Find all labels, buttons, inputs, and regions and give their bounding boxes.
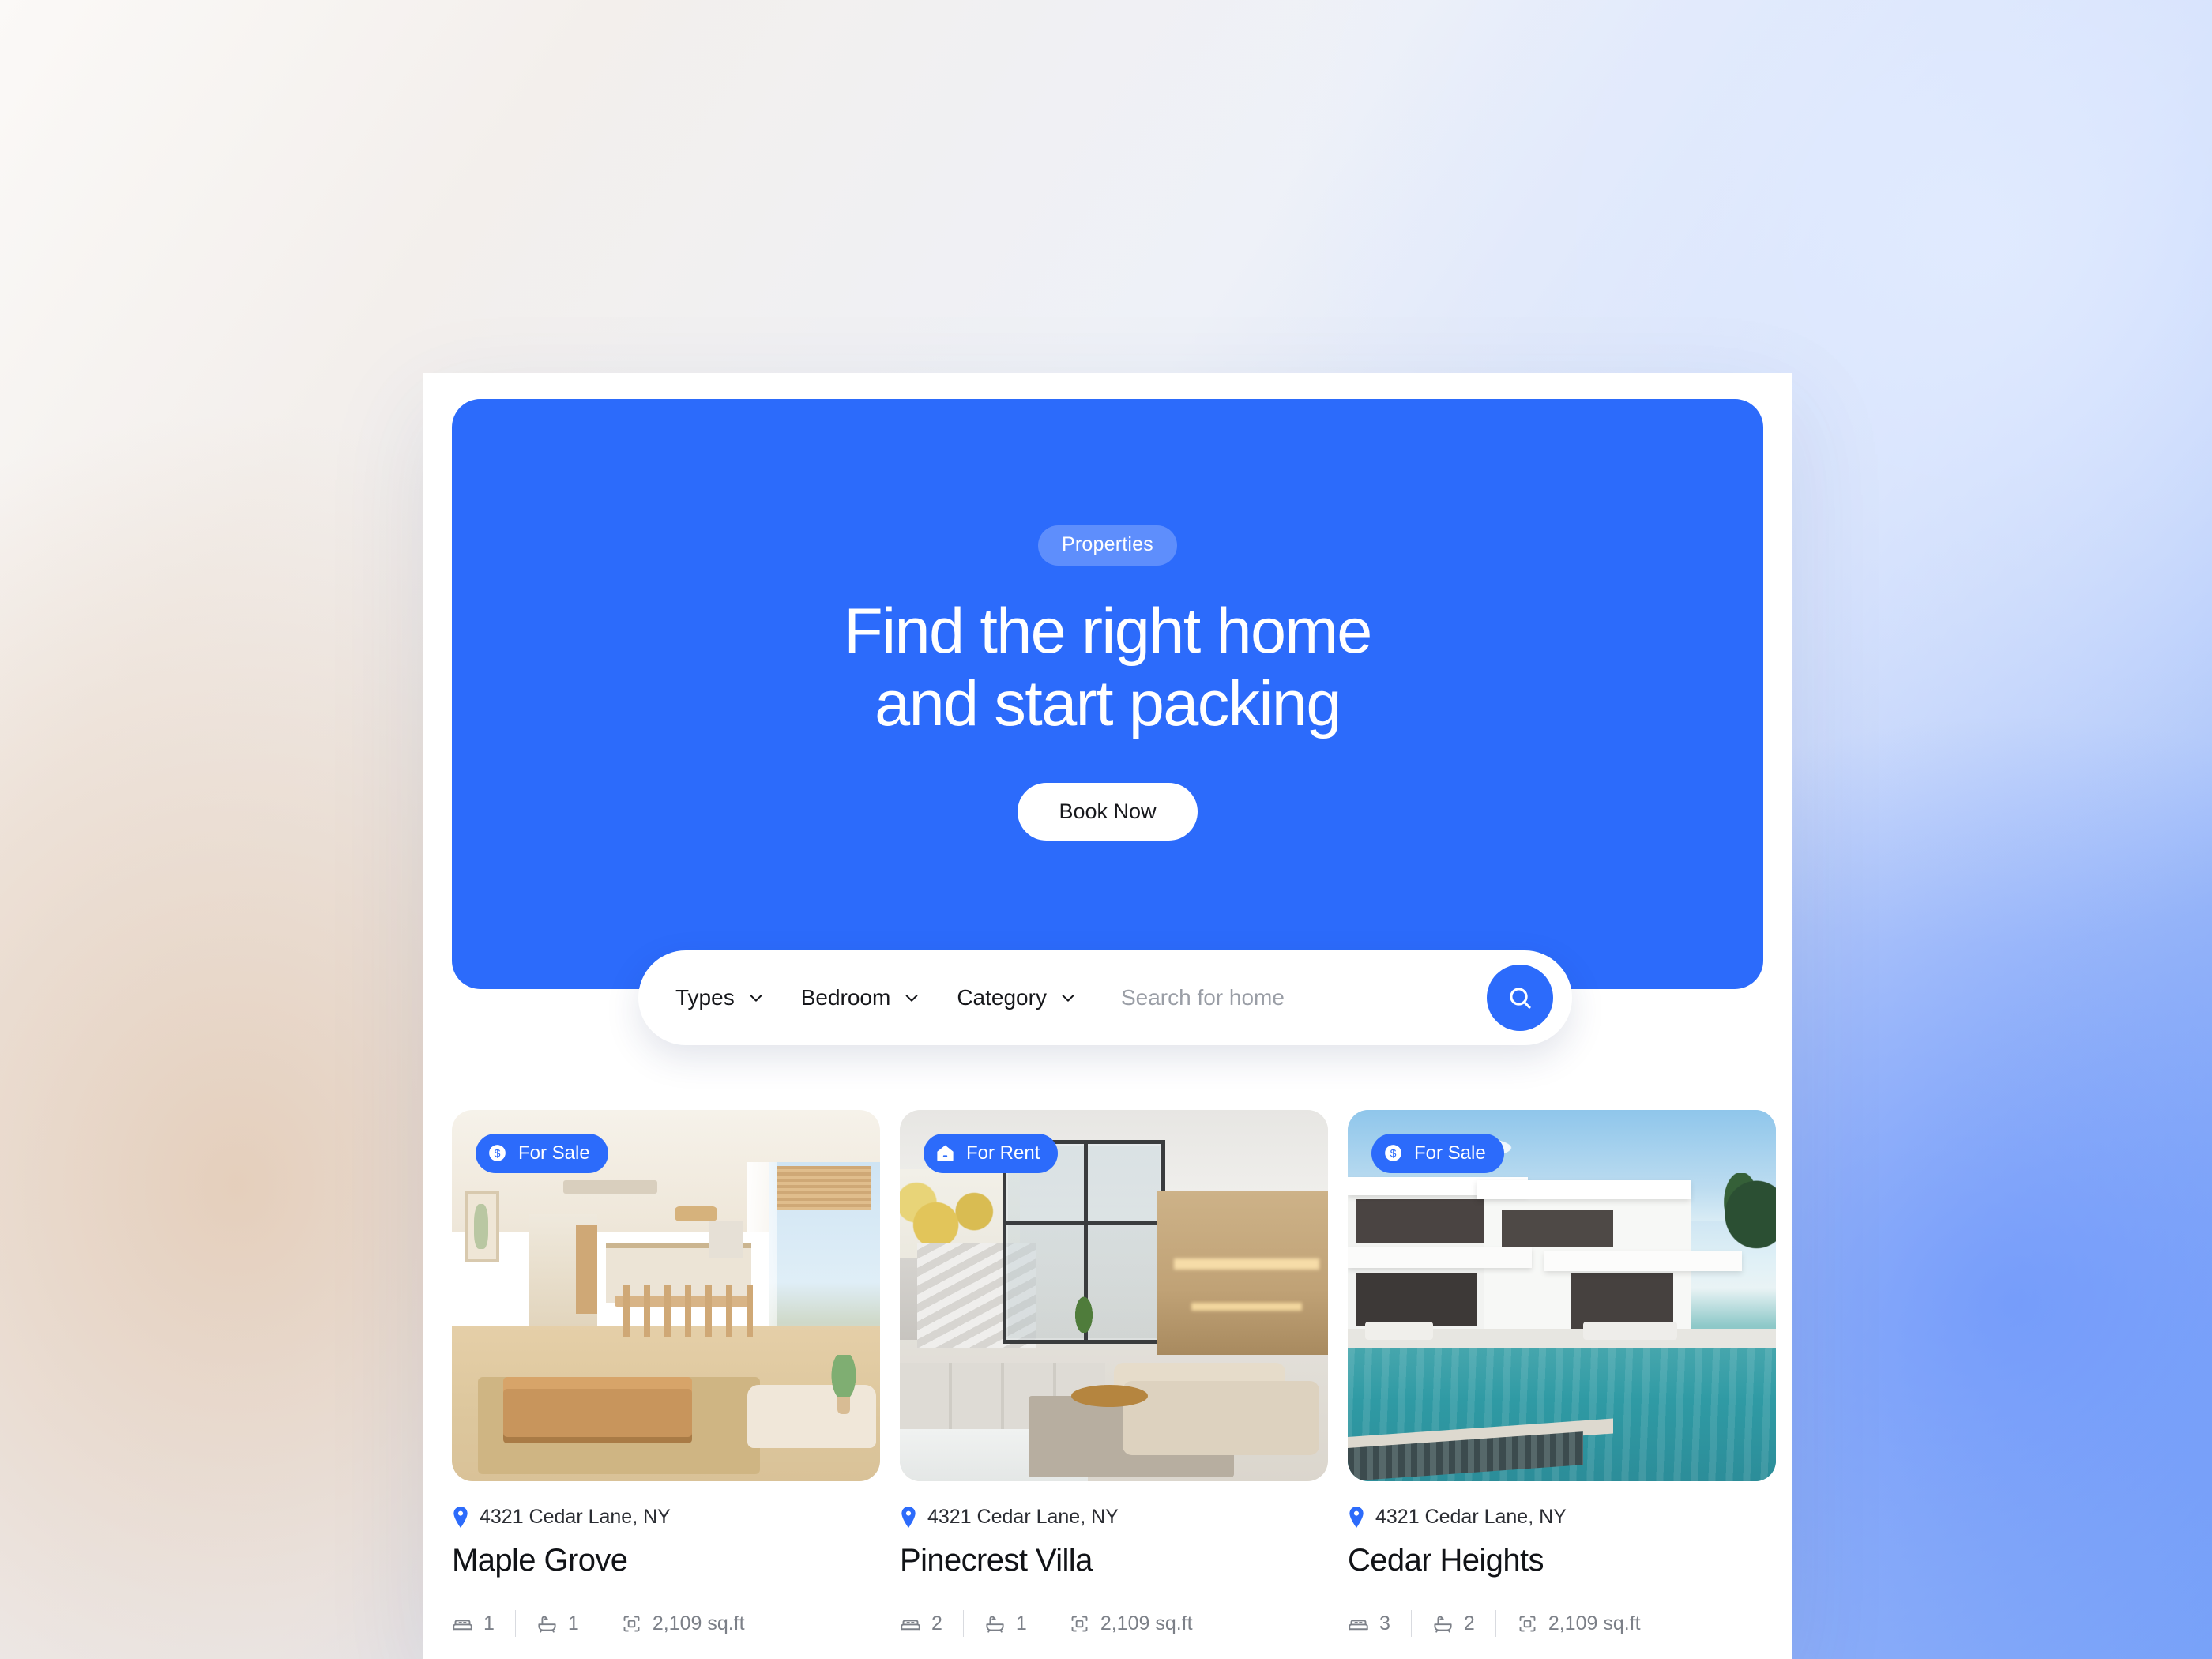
bathrooms-value: 1	[567, 1612, 579, 1635]
location-pin-icon	[453, 1507, 468, 1528]
divider	[1495, 1610, 1496, 1637]
listing-address-text: 4321 Cedar Lane, NY	[927, 1506, 1119, 1528]
status-badge-label: For Sale	[518, 1142, 590, 1164]
divider	[514, 1610, 516, 1637]
house-icon	[937, 1145, 954, 1161]
bed-icon	[1349, 1619, 1368, 1630]
area-stat: 2,109 sq.ft	[621, 1612, 745, 1635]
area-stat: 2,109 sq.ft	[1069, 1612, 1193, 1635]
area-icon	[1071, 1616, 1088, 1631]
bedrooms-value: 3	[1379, 1612, 1390, 1635]
listing-photo[interactable]: $ For Sale	[1348, 1110, 1776, 1481]
bedrooms-value: 1	[483, 1612, 495, 1635]
search-button[interactable]	[1487, 965, 1553, 1031]
listing-stats: 2 1 2,109 sq.ft	[900, 1610, 1328, 1637]
area-value: 2,109 sq.ft	[1100, 1612, 1193, 1635]
listing-photo[interactable]: $ For Sale	[452, 1110, 880, 1481]
listing-name: Pinecrest Villa	[900, 1543, 1093, 1578]
filter-types[interactable]: Types	[675, 985, 765, 1010]
bedrooms-stat: 3	[1348, 1612, 1390, 1635]
status-badge: $ For Sale	[1371, 1134, 1504, 1173]
status-badge-label: For Rent	[966, 1142, 1040, 1164]
chevron-down-icon	[1062, 995, 1074, 1002]
filter-category[interactable]: Category	[957, 985, 1077, 1010]
bathtub-icon	[986, 1616, 1004, 1633]
listing-name: Cedar Heights	[1348, 1543, 1544, 1578]
listing-card[interactable]: $ For Sale 4321 Cedar Lane, NY Maple Gro…	[452, 1110, 880, 1637]
listing-name: Maple Grove	[452, 1543, 628, 1578]
search-input[interactable]	[1120, 985, 1471, 1010]
listing-card[interactable]: $ For Sale 4321 Cedar Lane, NY Cedar Hei…	[1348, 1110, 1776, 1637]
status-badge-label: For Sale	[1414, 1142, 1486, 1164]
status-badge: $ For Sale	[476, 1134, 608, 1173]
area-icon	[1519, 1616, 1536, 1631]
listing-stats: 1 1 2,109 sq.ft	[452, 1610, 880, 1637]
hero-title-line-2: and start packing	[875, 668, 1341, 739]
bedrooms-stat: 1	[452, 1612, 495, 1635]
bathrooms-stat: 2	[1432, 1612, 1475, 1635]
listing-photo[interactable]: For Rent	[900, 1110, 1328, 1481]
bathrooms-value: 2	[1463, 1612, 1475, 1635]
svg-text:$: $	[1390, 1146, 1397, 1159]
chevron-down-icon	[750, 995, 762, 1002]
page-panel: Properties Find the right home and start…	[423, 373, 1792, 1659]
book-now-button[interactable]: Book Now	[1018, 783, 1198, 841]
listing-address-text: 4321 Cedar Lane, NY	[480, 1506, 671, 1528]
bedrooms-stat: 2	[900, 1612, 942, 1635]
bed-icon	[453, 1619, 472, 1630]
filter-bedroom-label: Bedroom	[800, 985, 891, 1010]
bathtub-icon	[1434, 1616, 1452, 1633]
search-bar: Types Bedroom Category	[638, 950, 1572, 1045]
listing-grid: $ For Sale 4321 Cedar Lane, NY Maple Gro…	[452, 1110, 1776, 1637]
listing-address: 4321 Cedar Lane, NY	[1348, 1506, 1776, 1529]
listing-address: 4321 Cedar Lane, NY	[900, 1506, 1328, 1529]
bathrooms-value: 1	[1015, 1612, 1027, 1635]
page-title: Find the right home and start packing	[844, 596, 1372, 740]
bathrooms-stat: 1	[984, 1612, 1027, 1635]
search-icon	[1510, 988, 1531, 1009]
bathrooms-stat: 1	[536, 1612, 579, 1635]
filter-category-label: Category	[957, 985, 1047, 1010]
divider	[1410, 1610, 1412, 1637]
dollar-circle-icon: $	[489, 1145, 506, 1161]
area-value: 2,109 sq.ft	[652, 1612, 745, 1635]
svg-text:$: $	[495, 1146, 501, 1159]
chevron-down-icon	[905, 995, 918, 1002]
divider	[962, 1610, 964, 1637]
location-pin-icon	[1349, 1507, 1364, 1528]
area-icon	[623, 1616, 640, 1631]
hero-badge: Properties	[1038, 525, 1177, 566]
status-badge: For Rent	[924, 1134, 1059, 1173]
hero-section: Properties Find the right home and start…	[452, 399, 1763, 989]
listing-stats: 3 2 2,109 sq.ft	[1348, 1610, 1776, 1637]
filter-bedroom[interactable]: Bedroom	[801, 985, 921, 1010]
listing-address-text: 4321 Cedar Lane, NY	[1375, 1506, 1567, 1528]
hero-title-line-1: Find the right home	[844, 596, 1372, 667]
bedrooms-value: 2	[931, 1612, 942, 1635]
area-value: 2,109 sq.ft	[1548, 1612, 1641, 1635]
listing-address: 4321 Cedar Lane, NY	[452, 1506, 880, 1529]
listing-card[interactable]: For Rent 4321 Cedar Lane, NY Pinecrest V…	[900, 1110, 1328, 1637]
bathtub-icon	[538, 1616, 556, 1633]
location-pin-icon	[901, 1507, 916, 1528]
dollar-circle-icon: $	[1385, 1145, 1401, 1161]
area-stat: 2,109 sq.ft	[1517, 1612, 1641, 1635]
bed-icon	[901, 1619, 920, 1630]
filter-types-label: Types	[675, 985, 735, 1010]
